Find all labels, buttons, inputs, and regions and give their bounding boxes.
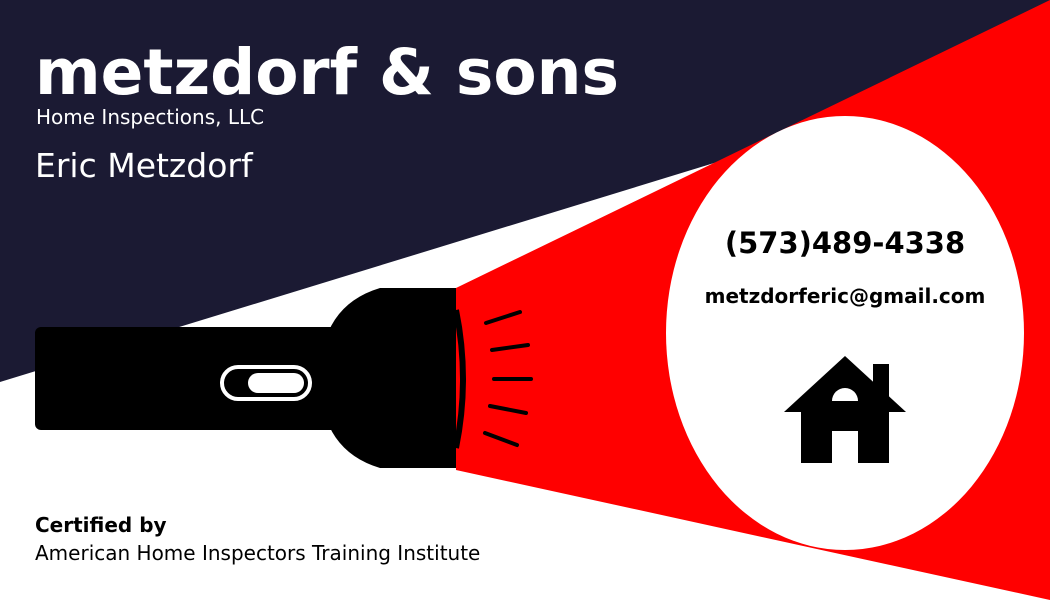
spotlight-oval xyxy=(666,116,1024,550)
business-card: metzdorf & sons Home Inspections, LLC Er… xyxy=(0,0,1050,600)
certification-organization: American Home Inspectors Training Instit… xyxy=(35,541,481,565)
company-subtitle: Home Inspections, LLC xyxy=(36,105,265,129)
email-address[interactable]: metzdorferic@gmail.com xyxy=(645,284,1045,308)
company-name: metzdorf & sons xyxy=(35,36,619,109)
person-name: Eric Metzdorf xyxy=(35,146,253,185)
certification-label: Certified by xyxy=(35,513,167,537)
phone-number[interactable]: (573)489-4338 xyxy=(645,226,1045,260)
